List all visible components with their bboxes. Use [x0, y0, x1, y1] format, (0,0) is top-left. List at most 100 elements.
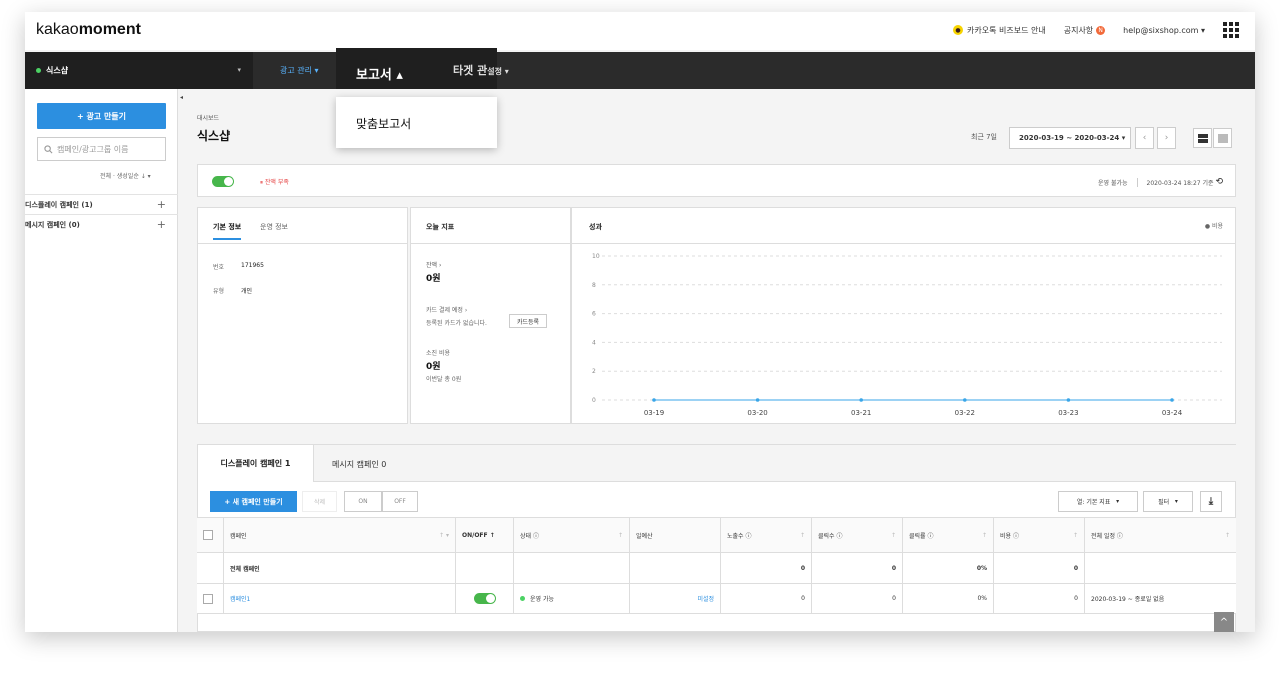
columns-select[interactable]: 열: 기본 지표 ▾ [1058, 491, 1138, 512]
nav-ad-management[interactable]: 광고 관리 ▾ [280, 65, 319, 76]
new-campaign-button[interactable]: + 새 캠페인 만들기 [210, 491, 297, 512]
account-email: help@sixshop.com [1123, 25, 1199, 35]
sidebar-item-label: 디스플레이 캠페인 (1) [25, 200, 93, 209]
col-header-ctr[interactable]: 클릭률 ⓘ ↑ [903, 518, 994, 552]
spend-value: 0원 [426, 362, 441, 372]
col-label: 클릭률 ⓘ [909, 532, 934, 540]
account-menu[interactable]: help@sixshop.com ▾ [1123, 26, 1205, 35]
col-header-campaign[interactable]: 캠페인 ↑ ▾ [224, 518, 456, 552]
y-tick-label: 0 [592, 397, 596, 404]
notice-new-badge: N [1096, 25, 1106, 35]
date-range-picker[interactable]: 2020-03-19 ~ 2020-03-24 ▾ [1009, 127, 1131, 149]
breadcrumb[interactable]: 대시보드 [197, 113, 219, 122]
type-value: 개인 [241, 288, 253, 295]
total-campaign-name: 전체 캠페인 [224, 553, 456, 583]
sort-icon: ↑ [617, 531, 623, 539]
scroll-to-top-button[interactable]: ^ [1214, 612, 1234, 632]
grid-view-button[interactable] [1213, 128, 1232, 148]
col-header-schedule[interactable]: 전체 일정 ⓘ ↑ [1085, 518, 1236, 552]
budget-link[interactable]: 미설정 [630, 584, 721, 613]
ctr-cell: 0% [903, 584, 994, 613]
col-header-clicks[interactable]: 클릭수 ⓘ ↑ [812, 518, 903, 552]
y-tick-label: 10 [592, 253, 600, 260]
logo-text-bold: moment [78, 21, 141, 38]
data-point[interactable] [1170, 398, 1174, 402]
x-tick-label: 03-22 [955, 409, 975, 417]
col-header-onoff[interactable]: ON/OFF ↑ [456, 518, 514, 552]
col-label: 비용 ⓘ [1000, 532, 1019, 540]
card-payment-link[interactable]: 카드 결제 예정 › [426, 305, 467, 314]
collapse-sidebar-icon[interactable]: ◂ [180, 94, 183, 101]
sort-icon: ↑ [799, 531, 805, 539]
col-label: 전체 일정 ⓘ [1091, 532, 1123, 540]
sidebar-item-label: 메시지 캠페인 (0) [25, 220, 80, 229]
col-header-impressions[interactable]: 노출수 ⓘ ↑ [721, 518, 812, 552]
sort-icon: ↑ [1224, 531, 1230, 539]
next-period-button[interactable]: › [1157, 127, 1176, 149]
app-grid-icon[interactable] [1223, 22, 1239, 38]
tab-message-campaign[interactable]: 메시지 캠페인 0 [332, 459, 386, 470]
sidebar-item-message-campaign[interactable]: 메시지 캠페인 (0) + [25, 214, 178, 234]
tab-display-campaign[interactable]: 디스플레이 캠페인 1 [198, 445, 314, 482]
data-point[interactable] [859, 398, 863, 402]
data-point[interactable] [755, 398, 760, 402]
col-header-budget[interactable]: 일예산 [630, 518, 721, 552]
page-title: 식스샵 [197, 129, 231, 143]
today-metrics-title: 오늘 지표 [426, 223, 455, 231]
on-button[interactable]: ON [344, 491, 382, 512]
chart-legend: ● 비용 [1204, 223, 1223, 230]
number-label: 번호 [213, 264, 225, 271]
create-ad-button[interactable]: + 광고 만들기 [37, 103, 166, 129]
account-on-off-toggle[interactable] [212, 176, 234, 187]
status-bar: ⏸ 잔액 부족 운영 불가능 2020-03-24 18:27 기준 ⟲ [197, 164, 1236, 197]
sort-icon: ↑ [1072, 531, 1078, 539]
total-cost: 0 [994, 553, 1085, 583]
table-row: 캠페인1 운영 가능 미설정 0 0 0% 0 2020-03-19 ~ 종료일… [197, 584, 1236, 614]
add-icon[interactable]: + [157, 218, 166, 231]
data-point[interactable] [652, 398, 656, 402]
search-icon [44, 144, 53, 153]
tab-ops-info[interactable]: 운영 정보 [260, 222, 288, 232]
off-button[interactable]: OFF [382, 491, 418, 512]
performance-chart: 10 8 6 4 2 0 03-19 03-20 03-21 03-22 03-23 03-24 [592, 253, 1222, 417]
timestamp: 2020-03-24 18:27 기준 [1146, 179, 1214, 187]
refresh-icon[interactable]: ⟲ [1215, 177, 1223, 187]
balance-link[interactable]: 잔액 › [426, 260, 441, 269]
filter-select[interactable]: 필터 ▾ [1143, 491, 1193, 512]
col-header-cost[interactable]: 비용 ⓘ ↑ [994, 518, 1085, 552]
campaign-search-input[interactable]: 캠페인/광고그룹 이름 [37, 137, 166, 161]
tab-basic-info[interactable]: 기본 정보 [213, 222, 242, 240]
campaign-name-link[interactable]: 캠페인1 [224, 584, 456, 613]
data-point[interactable] [1066, 398, 1071, 402]
account-selector[interactable]: 식스샵 ▾ [25, 52, 253, 89]
campaign-on-off-toggle[interactable] [473, 593, 496, 604]
notice-link[interactable]: 공지사항 N [1064, 25, 1106, 36]
run-info: 운영 불가능 2020-03-24 18:27 기준 ⟲ [1098, 177, 1223, 187]
bizboard-link[interactable]: ● 카카오톡 비즈보드 안내 [953, 25, 1046, 36]
kakaomoment-logo[interactable]: kakaomoment [36, 21, 141, 39]
nav-target-label: 타겟 관 [453, 64, 488, 77]
col-header-status[interactable]: 상태 ⓘ ↑ [514, 518, 630, 552]
select-all-checkbox[interactable] [203, 530, 213, 540]
data-point[interactable] [963, 398, 967, 402]
sidebar: + 광고 만들기 캠페인/광고그룹 이름 전체 · 생성일순 ↓ ▾ 디스플레이… [25, 89, 178, 632]
menu-item-custom-report[interactable]: 맞춤보고서 [356, 117, 411, 131]
delete-button[interactable]: 삭제 [302, 491, 337, 512]
col-label: 상태 ⓘ [520, 532, 539, 540]
sort-dropdown[interactable]: 전체 · 생성일순 ↓ ▾ [100, 171, 151, 180]
add-icon[interactable]: + [157, 198, 166, 211]
impressions-cell: 0 [721, 584, 812, 613]
nav-target[interactable]: 타겟 관설정 ▾ [453, 62, 509, 78]
col-label: 노출수 ⓘ [727, 532, 752, 540]
download-icon[interactable]: ⤓ [1200, 491, 1222, 512]
date-preset-label: 최근 7일 [971, 133, 997, 141]
row-checkbox[interactable] [203, 593, 213, 604]
col-label: 클릭수 ⓘ [818, 532, 843, 540]
info-panel: 기본 정보 운영 정보 번호 171965 유형 개인 [197, 207, 408, 424]
register-card-button[interactable]: 카드등록 [509, 314, 547, 328]
y-tick-label: 4 [592, 339, 596, 346]
list-view-button[interactable] [1193, 128, 1212, 148]
sidebar-item-display-campaign[interactable]: 디스플레이 캠페인 (1) + [25, 194, 178, 214]
columns-label: 열: 기본 지표 [1076, 499, 1111, 506]
prev-period-button[interactable]: ‹ [1135, 127, 1154, 149]
